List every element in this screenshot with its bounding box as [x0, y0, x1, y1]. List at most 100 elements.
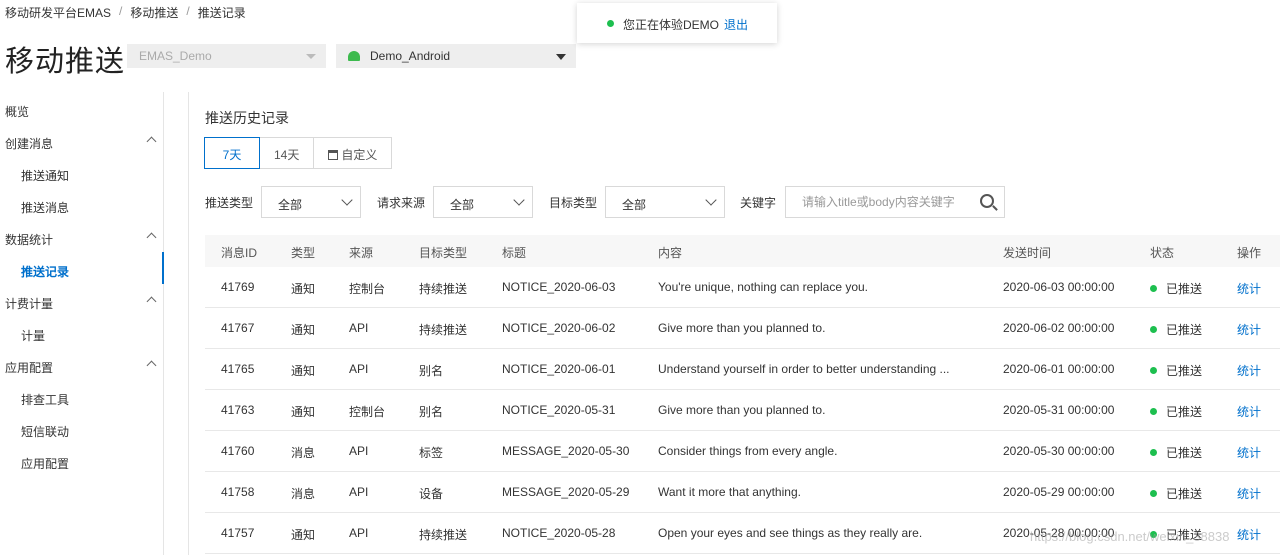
message-source: 控制台	[349, 405, 386, 419]
send-time: 2020-06-01 00:00:00	[1003, 362, 1115, 376]
exit-demo-link[interactable]: 退出	[724, 18, 748, 32]
sidebar-item-label: 短信联动	[21, 425, 70, 439]
message-content: Consider things from every angle.	[658, 444, 838, 458]
status-dot-icon	[1150, 367, 1157, 374]
breadcrumb-item-emas[interactable]: 移动研发平台EMAS	[5, 4, 111, 21]
sidebar-item-label: 计量	[21, 329, 46, 343]
target-type: 持续推送	[419, 323, 468, 337]
status-dot-icon	[1150, 490, 1157, 497]
tab-label: 7天	[222, 148, 242, 162]
message-source: API	[349, 362, 369, 376]
send-time: 2020-05-29 00:00:00	[1003, 485, 1115, 499]
sidebar-item-troubleshoot[interactable]: 排查工具	[21, 391, 171, 411]
message-content: Open your eyes and see things as they re…	[658, 526, 923, 540]
message-title: NOTICE_2020-05-31	[502, 403, 616, 417]
date-range-tabs: 7天 14天 自定义	[204, 137, 393, 169]
column-header: 发送时间	[1003, 246, 1052, 260]
message-content: Give more than you planned to.	[658, 403, 826, 417]
platform-select[interactable]: Demo_Android	[336, 44, 576, 68]
platform-select-value: Demo_Android	[370, 49, 451, 63]
statistics-link[interactable]: 统计	[1237, 362, 1261, 379]
tab-custom[interactable]: 自定义	[313, 137, 393, 169]
source-select[interactable]: 全部	[433, 186, 533, 218]
chevron-up-icon	[146, 232, 157, 243]
status-text: 已推送	[1166, 323, 1203, 337]
message-id: 41765	[221, 362, 255, 376]
statistics-link[interactable]: 统计	[1237, 485, 1261, 502]
message-id: 41763	[221, 403, 255, 417]
chevron-down-icon	[341, 194, 353, 206]
sidebar-item-label: 推送通知	[21, 169, 70, 183]
statistics-link[interactable]: 统计	[1237, 280, 1261, 297]
tab-7-days[interactable]: 7天	[204, 137, 260, 169]
keyword-label: 关键字	[740, 196, 777, 210]
sidebar-item-app-config[interactable]: 应用配置	[21, 455, 171, 475]
status-text: 已推送	[1166, 446, 1203, 460]
message-title: NOTICE_2020-06-01	[502, 362, 616, 376]
divider	[188, 92, 189, 555]
message-source: API	[349, 321, 369, 335]
target-type: 别名	[419, 364, 444, 378]
breadcrumb-separator: /	[119, 4, 123, 18]
chevron-down-icon	[705, 194, 717, 206]
sidebar-item-push-message[interactable]: 推送消息	[21, 199, 171, 219]
message-content: You're unique, nothing can replace you.	[658, 280, 869, 294]
message-title: MESSAGE_2020-05-29	[502, 485, 630, 499]
send-time: 2020-06-02 00:00:00	[1003, 321, 1115, 335]
statistics-link[interactable]: 统计	[1237, 526, 1261, 543]
table-row: 41765 通知 API 别名 NOTICE_2020-06-01 Understand …	[205, 349, 1280, 390]
sidebar-item-push-records[interactable]: 推送记录	[21, 263, 171, 283]
sidebar-item-label: 计费计量	[5, 297, 54, 311]
table-row: 41769 通知 控制台 持续推送 NOTICE_2020-06-03 You're un…	[205, 267, 1280, 308]
keyword-search	[785, 186, 1005, 218]
tab-14-days[interactable]: 14天	[259, 137, 315, 169]
status-text: 已推送	[1166, 405, 1203, 419]
sidebar-group-statistics[interactable]: 数据统计	[5, 231, 157, 251]
status-text: 已推送	[1166, 487, 1203, 501]
chevron-up-icon	[146, 296, 157, 307]
sidebar-item-sms-link[interactable]: 短信联动	[21, 423, 171, 443]
sidebar-item-label: 推送记录	[21, 265, 70, 279]
message-type: 通知	[291, 323, 316, 337]
message-id: 41767	[221, 321, 255, 335]
target-type-select[interactable]: 全部	[605, 186, 725, 218]
message-source: 控制台	[349, 282, 386, 296]
sidebar-group-app-config[interactable]: 应用配置	[5, 359, 157, 379]
statistics-link[interactable]: 统计	[1237, 444, 1261, 461]
app-select-value: EMAS_Demo	[139, 49, 212, 63]
active-indicator	[162, 252, 164, 284]
sidebar-group-create-message[interactable]: 创建消息	[5, 135, 157, 155]
sidebar-group-billing[interactable]: 计费计量	[5, 295, 157, 315]
message-type: 消息	[291, 487, 316, 501]
statistics-link[interactable]: 统计	[1237, 403, 1261, 420]
table-row: 41763 通知 控制台 别名 NOTICE_2020-05-31 Give more t…	[205, 390, 1280, 431]
app-select[interactable]: EMAS_Demo	[127, 44, 326, 68]
sidebar-item-overview[interactable]: 概览	[5, 103, 155, 123]
tab-label: 14天	[274, 148, 300, 162]
message-id: 41769	[221, 280, 255, 294]
status-dot-icon	[607, 20, 614, 27]
sidebar-item-push-notification[interactable]: 推送通知	[21, 167, 171, 187]
message-content: Understand yourself in order to better u…	[658, 362, 950, 376]
sidebar-item-label: 排查工具	[21, 393, 70, 407]
push-records-table: 消息ID 类型 来源 目标类型 标题 内容 发送时间 状态 操作 41769 通知…	[205, 235, 1280, 554]
message-source: API	[349, 485, 369, 499]
message-id: 41760	[221, 444, 255, 458]
keyword-input[interactable]	[786, 187, 966, 217]
sidebar-item-metering[interactable]: 计量	[21, 327, 171, 347]
statistics-link[interactable]: 统计	[1237, 321, 1261, 338]
sidebar-item-label: 数据统计	[5, 233, 54, 247]
search-icon[interactable]	[980, 194, 994, 208]
table-row: 41767 通知 API 持续推送 NOTICE_2020-06-02 Give more…	[205, 308, 1280, 349]
send-time: 2020-05-30 00:00:00	[1003, 444, 1115, 458]
breadcrumb-item-push[interactable]: 移动推送	[130, 4, 178, 21]
column-header: 状态	[1150, 246, 1175, 260]
message-source: API	[349, 444, 369, 458]
source-label: 请求来源	[377, 196, 426, 210]
push-type-value: 全部	[278, 198, 303, 212]
message-type: 通知	[291, 282, 316, 296]
sidebar-item-label: 推送消息	[21, 201, 70, 215]
status-text: 已推送	[1166, 364, 1203, 378]
push-type-select[interactable]: 全部	[261, 186, 361, 218]
message-id: 41757	[221, 526, 255, 540]
